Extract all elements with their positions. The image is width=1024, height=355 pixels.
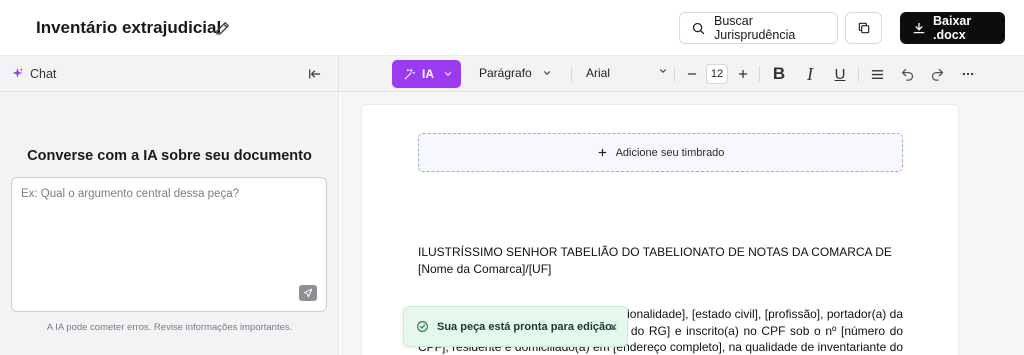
sparkle-icon — [11, 67, 24, 80]
ia-label: IA — [422, 67, 434, 81]
paragraph-style-select[interactable]: Parágrafo — [479, 66, 552, 80]
increase-font-size-button[interactable] — [734, 65, 752, 83]
edit-title-icon[interactable] — [214, 19, 232, 37]
search-jurisprudence-label: Buscar Jurisprudência — [714, 14, 796, 42]
search-jurisprudence-button[interactable]: Buscar Jurisprudência — [679, 12, 838, 44]
add-letterhead-button[interactable]: Adicione seu timbrado — [418, 133, 903, 172]
chat-tab: Chat — [0, 56, 339, 92]
minus-icon — [686, 68, 698, 80]
ia-menu-button[interactable]: IA — [392, 60, 461, 88]
toast-message: Sua peça está pronta para edição. — [437, 320, 615, 333]
success-toast: Sua peça está pronta para edição. × — [403, 306, 628, 347]
check-circle-icon — [416, 320, 429, 333]
decrease-font-size-button[interactable] — [683, 65, 701, 83]
chat-heading: Converse com a IA sobre seu documento — [27, 148, 312, 164]
paragraph-style-value: Parágrafo — [479, 66, 532, 80]
underline-button[interactable]: U — [831, 65, 849, 83]
send-icon — [303, 288, 313, 298]
chat-input-placeholder: Ex: Qual o argumento central dessa peça? — [21, 188, 239, 200]
magic-wand-icon — [403, 68, 416, 81]
download-icon — [912, 21, 926, 35]
chat-tab-label: Chat — [30, 67, 57, 81]
send-button[interactable] — [299, 285, 317, 301]
plus-icon — [597, 147, 608, 158]
download-docx-button[interactable]: Baixar .docx — [900, 12, 1005, 44]
toolbar-divider — [571, 66, 572, 82]
undo-button[interactable] — [898, 65, 916, 83]
ai-disclaimer: A IA pode cometer erros. Revise informaç… — [46, 322, 293, 333]
toolbar-divider — [759, 66, 760, 82]
copy-icon — [857, 21, 871, 35]
chat-input[interactable]: Ex: Qual o argumento central dessa peça? — [11, 177, 327, 312]
font-family-value: Arial — [586, 66, 611, 80]
chevron-down-icon — [443, 69, 453, 79]
add-letterhead-label: Adicione seu timbrado — [615, 146, 725, 159]
more-horizontal-icon — [961, 67, 975, 81]
toolbar-row: Chat IA Parágrafo Arial 12 B I U — [0, 56, 1024, 92]
copy-button[interactable] — [845, 12, 882, 44]
align-button[interactable] — [868, 65, 886, 83]
chat-panel: Converse com a IA sobre seu documento Ex… — [0, 92, 339, 355]
redo-button[interactable] — [928, 65, 946, 83]
redo-icon — [930, 67, 945, 82]
toolbar-divider — [858, 66, 859, 82]
close-toast-button[interactable]: × — [610, 320, 617, 334]
align-justify-icon — [870, 67, 885, 82]
font-family-select[interactable]: Arial — [586, 66, 667, 80]
toolbar-divider — [674, 66, 675, 82]
document-paragraph[interactable]: ILUSTRÍSSIMO SENHOR TABELIÃO DO TABELION… — [418, 244, 903, 277]
chevron-down-icon — [658, 66, 668, 76]
font-size-input[interactable]: 12 — [706, 64, 728, 84]
document-title: Inventário extrajudicial — [36, 18, 222, 37]
app-header: Inventário extrajudicial Buscar Jurispru… — [0, 0, 1024, 56]
italic-button[interactable]: I — [801, 64, 819, 84]
collapse-panel-icon[interactable] — [308, 67, 322, 81]
plus-icon — [737, 68, 749, 80]
more-options-button[interactable] — [959, 65, 977, 83]
search-icon — [691, 21, 706, 36]
chevron-down-icon — [542, 68, 552, 78]
undo-icon — [900, 67, 915, 82]
bold-button[interactable]: B — [770, 64, 788, 83]
download-label: Baixar .docx — [933, 14, 972, 42]
